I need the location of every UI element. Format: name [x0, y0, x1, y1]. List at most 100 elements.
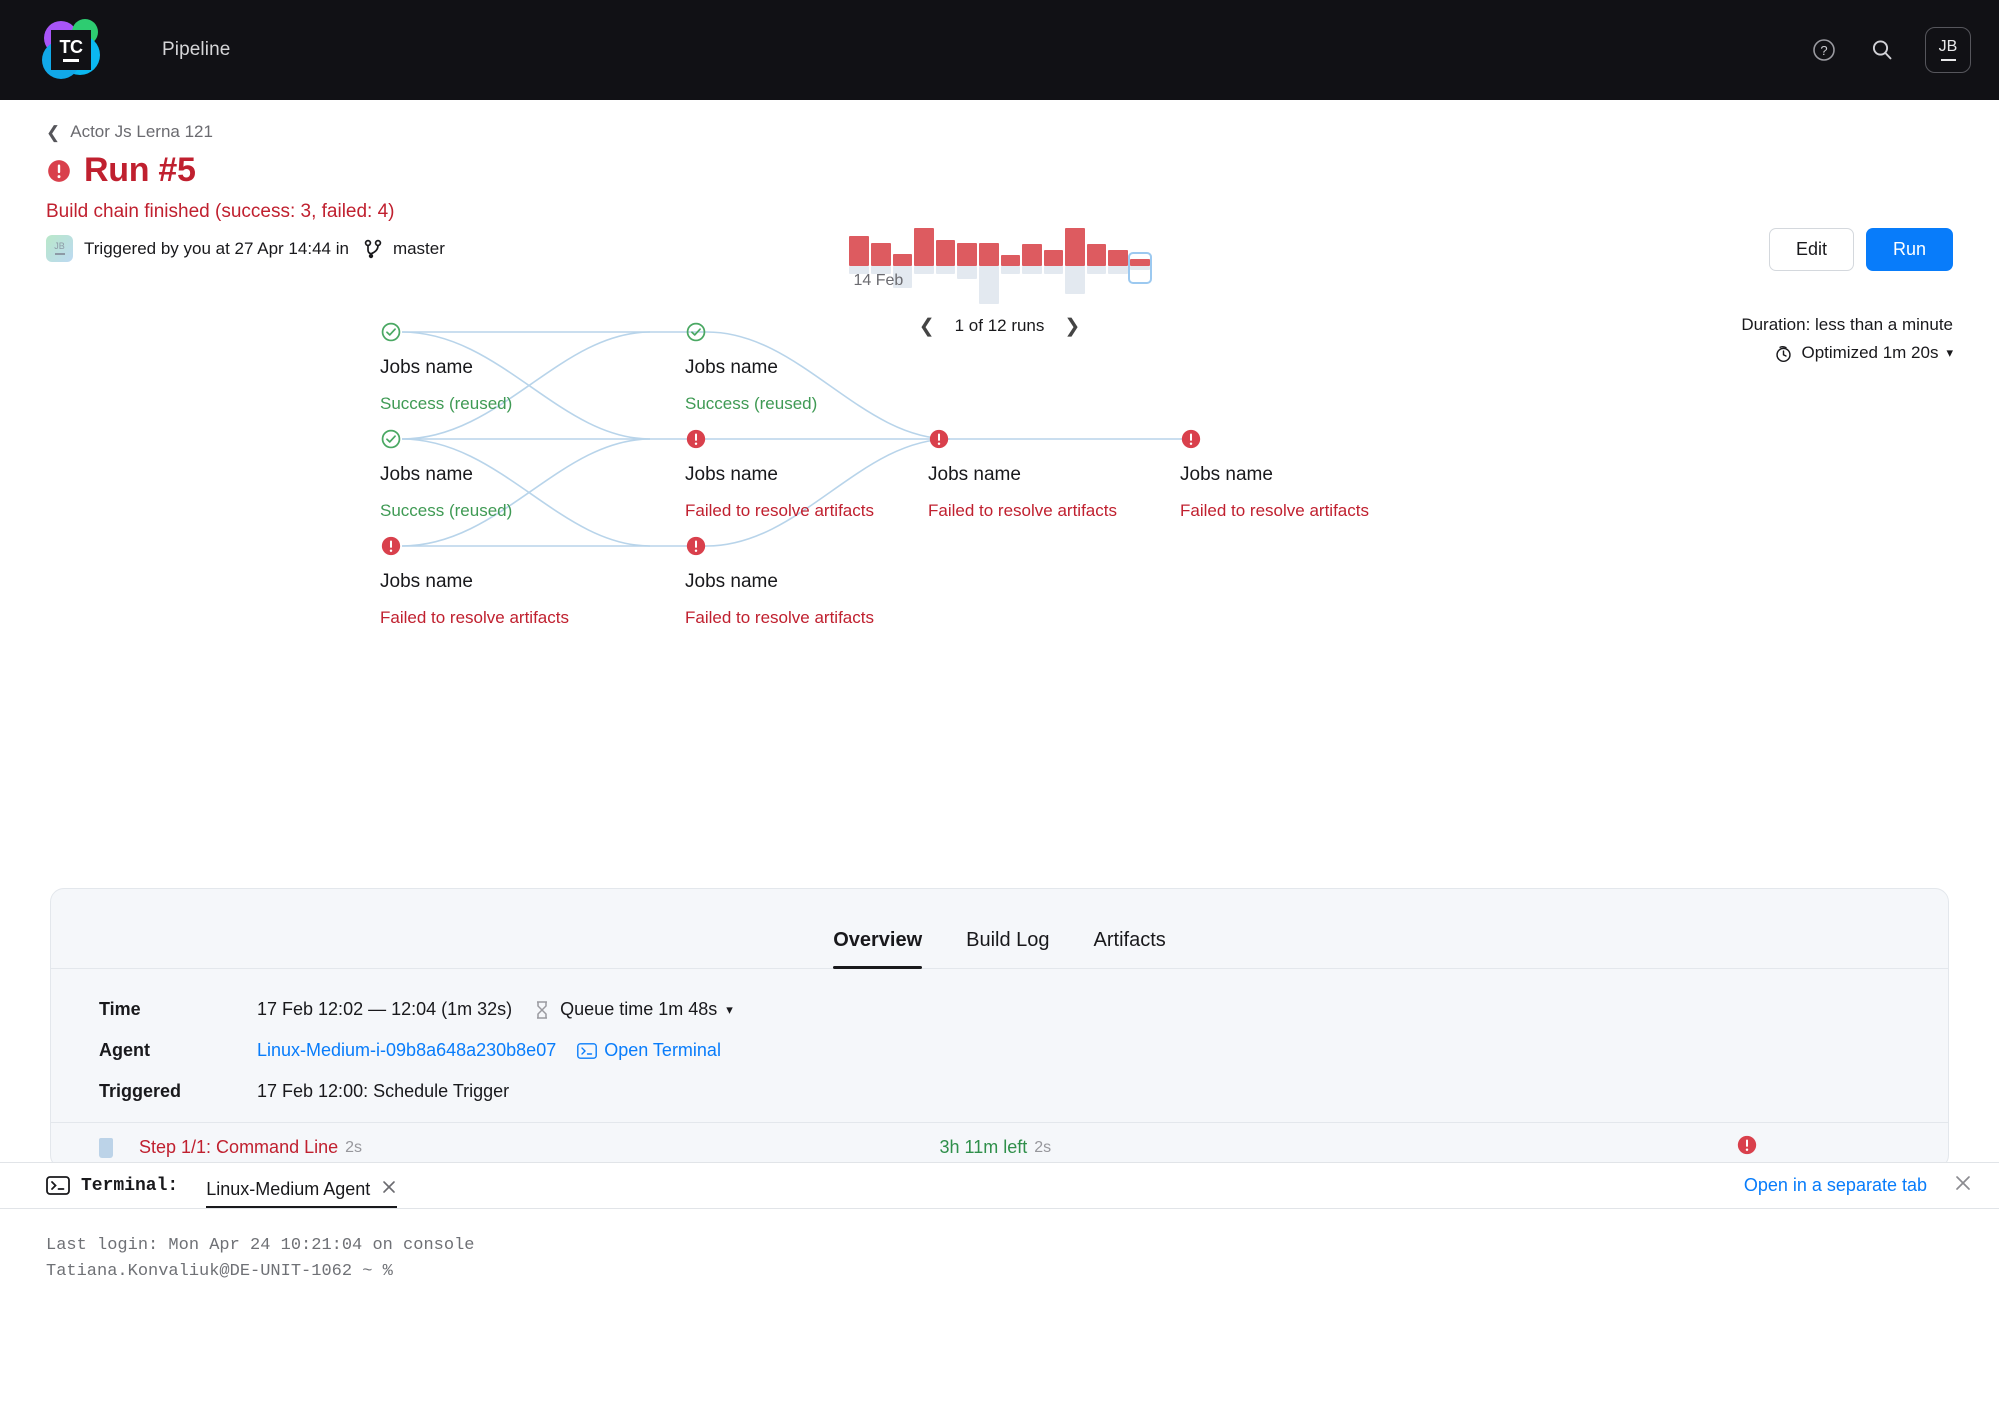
step-error-icon — [1736, 1134, 1758, 1161]
user-avatar[interactable]: JB — [1925, 27, 1971, 73]
search-icon[interactable] — [1867, 35, 1897, 65]
terminal-icon — [577, 1042, 598, 1059]
teamcity-logo-icon[interactable]: TC — [40, 19, 102, 81]
help-circle-icon[interactable]: ? — [1809, 35, 1839, 65]
terminal-bar-actions: Open in a separate tab — [1744, 1173, 1973, 1198]
graph-node-name[interactable]: Jobs name — [1180, 464, 1440, 486]
graph-node-status: Failed to resolve artifacts — [380, 608, 569, 627]
detail-value: 17 Feb 12:02 — 12:04 (1m 32s) — [257, 999, 513, 1019]
agent-link[interactable]: Linux-Medium-i-09b8a648a230b8e07 — [257, 1040, 556, 1061]
step-progress: 3h 11m left 2s — [940, 1137, 1052, 1158]
success-icon — [380, 428, 402, 450]
success-icon — [380, 321, 402, 343]
graph-node-name[interactable]: Jobs name — [928, 464, 1188, 486]
run-bar-queue — [1108, 266, 1128, 274]
run-bar[interactable] — [1022, 222, 1042, 304]
detail-label: Time — [99, 999, 141, 1019]
run-bar[interactable] — [1000, 222, 1021, 304]
error-icon — [1180, 428, 1202, 450]
run-bar-duration — [957, 243, 977, 266]
run-bar[interactable] — [892, 222, 913, 304]
close-icon[interactable] — [381, 1179, 397, 1200]
runs-bars[interactable] — [849, 222, 1152, 304]
run-bar[interactable] — [1108, 222, 1128, 304]
terminal-output[interactable]: Last login: Mon Apr 24 10:21:04 on conso… — [0, 1209, 1999, 1310]
run-bar-duration — [978, 243, 999, 266]
terminal-bar: Terminal: Linux-Medium Agent Open in a s… — [0, 1163, 1999, 1209]
app-title: Pipeline — [162, 39, 231, 60]
run-bar[interactable] — [1127, 222, 1152, 304]
graph-node-name[interactable]: Jobs name — [685, 571, 945, 593]
graph-node-name[interactable]: Jobs name — [685, 464, 945, 486]
run-bar-duration — [1086, 244, 1107, 266]
run-bar-duration — [871, 243, 891, 266]
run-bar[interactable] — [849, 222, 870, 304]
open-terminal-link[interactable]: Open Terminal — [577, 1040, 721, 1061]
graph-node-status: Success (reused) — [380, 394, 513, 413]
run-bar[interactable] — [1043, 222, 1064, 304]
run-bar[interactable] — [957, 222, 977, 304]
run-bar-queue — [1043, 266, 1064, 274]
run-bar-queue — [978, 266, 999, 304]
graph-node[interactable]: Jobs name Success (reused) — [380, 428, 640, 521]
graph-node-name[interactable]: Jobs name — [380, 357, 640, 379]
graph-node-name[interactable]: Jobs name — [380, 571, 640, 593]
nav-actions: ? JB — [1809, 27, 1971, 73]
pipeline-graph: Jobs name Success (reused) Jobs name Succes… — [0, 302, 1999, 692]
detail-row-triggered: Triggered 17 Feb 12:00: Schedule Trigger — [99, 1081, 1900, 1102]
top-navigation-bar: TC Pipeline ? JB — [0, 0, 1999, 100]
tab-overview[interactable]: Overview — [833, 929, 922, 969]
run-bar[interactable] — [1086, 222, 1107, 304]
run-bar-queue — [914, 266, 934, 274]
trigger-avatar: JB — [46, 235, 73, 262]
terminal-tab[interactable]: Linux-Medium Agent — [206, 1163, 398, 1208]
open-separate-tab-link[interactable]: Open in a separate tab — [1744, 1175, 1927, 1196]
hourglass-icon — [537, 1000, 548, 1019]
error-icon — [380, 535, 402, 557]
run-bar-duration — [892, 254, 913, 266]
edit-button[interactable]: Edit — [1768, 228, 1854, 271]
breadcrumb[interactable]: ❮ Actor Js Lerna 121 — [46, 122, 213, 142]
graph-node[interactable]: Jobs name Success (reused) — [380, 321, 640, 414]
branch-name[interactable]: master — [393, 239, 445, 259]
graph-node-name[interactable]: Jobs name — [380, 464, 640, 486]
tab-build-log[interactable]: Build Log — [966, 929, 1049, 968]
tab-artifacts[interactable]: Artifacts — [1094, 929, 1166, 968]
detail-row-time: Time 17 Feb 12:02 — 12:04 (1m 32s) Queue… — [99, 999, 1900, 1020]
chart-date-label: 14 Feb — [853, 272, 904, 289]
graph-node[interactable]: Jobs name Failed to resolve artifacts — [1180, 428, 1440, 521]
build-status-message: Build chain finished (success: 3, failed… — [46, 201, 395, 222]
selected-run-highlight — [1127, 252, 1152, 284]
step-name: Step 1/1: Command Line — [139, 1137, 339, 1157]
close-icon[interactable] — [1953, 1173, 1973, 1198]
graph-node-name[interactable]: Jobs name — [685, 357, 945, 379]
terminal-panel: Terminal: Linux-Medium Agent Open in a s… — [0, 1162, 1999, 1406]
chevron-down-icon[interactable]: ▾ — [726, 1002, 733, 1018]
terminal-label: Terminal: — [81, 1175, 179, 1196]
run-bar[interactable] — [935, 222, 956, 304]
run-bar[interactable] — [1065, 222, 1085, 304]
run-bar-queue — [935, 266, 956, 274]
graph-node[interactable]: Jobs name Failed to resolve artifacts — [685, 428, 945, 521]
run-bar-queue — [957, 266, 977, 279]
trigger-avatar-initials: JB — [54, 241, 65, 252]
run-bar[interactable] — [978, 222, 999, 304]
open-terminal-label: Open Terminal — [604, 1040, 721, 1060]
chevron-left-icon: ❮ — [46, 122, 61, 142]
run-bar[interactable] — [914, 222, 934, 304]
run-button[interactable]: Run — [1865, 228, 1953, 271]
build-details-card: Overview Build Log Artifacts Time 17 Feb 1… — [50, 888, 1949, 1169]
branch-icon — [364, 239, 382, 259]
graph-node[interactable]: Jobs name Failed to resolve artifacts — [380, 535, 640, 628]
error-icon — [685, 535, 707, 557]
overview-details: Time 17 Feb 12:02 — 12:04 (1m 32s) Queue… — [51, 969, 1948, 1102]
graph-node-status: Failed to resolve artifacts — [928, 501, 1117, 520]
graph-node[interactable]: Jobs name Success (reused) — [685, 321, 945, 414]
run-bar[interactable] — [871, 222, 891, 304]
error-icon — [685, 428, 707, 450]
graph-node[interactable]: Jobs name Failed to resolve artifacts — [928, 428, 1188, 521]
graph-node-status: Failed to resolve artifacts — [685, 608, 874, 627]
success-icon — [685, 321, 707, 343]
detail-tabs: Overview Build Log Artifacts — [51, 889, 1948, 969]
graph-node[interactable]: Jobs name Failed to resolve artifacts — [685, 535, 945, 628]
